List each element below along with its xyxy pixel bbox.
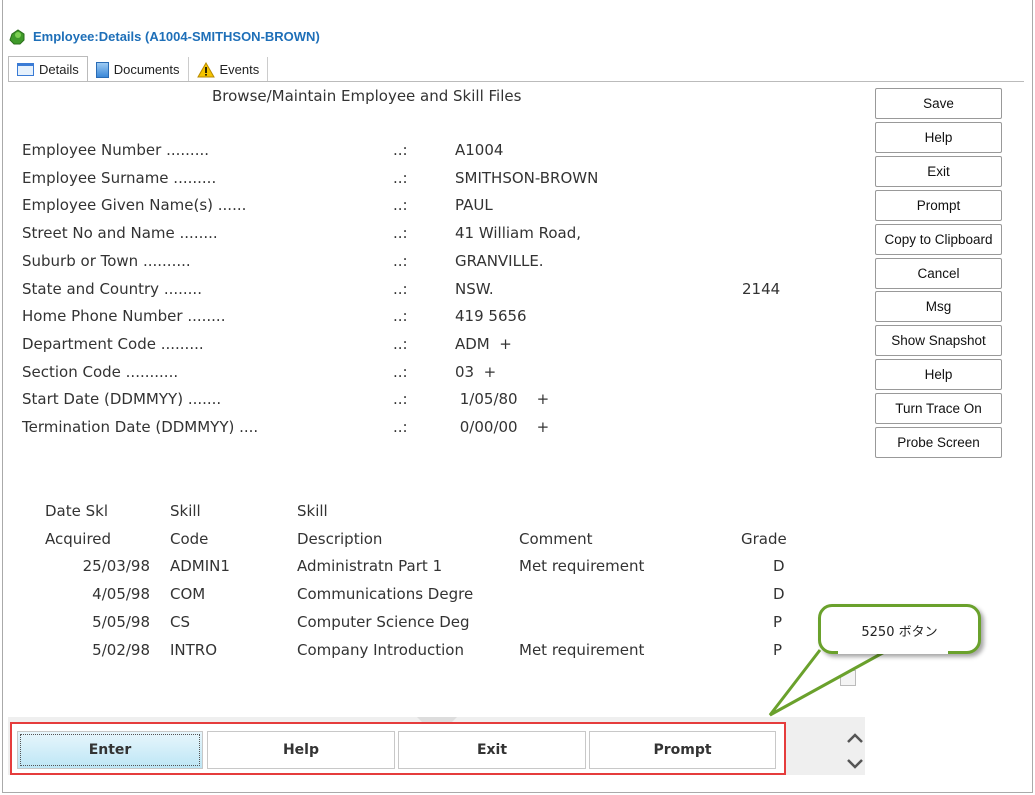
- callout-joint: [838, 649, 948, 654]
- column-header: Acquired: [45, 530, 112, 548]
- scroll-arrows: [847, 733, 863, 769]
- window-icon: [17, 62, 34, 76]
- side-button-cancel[interactable]: Cancel: [875, 257, 1002, 289]
- field-value[interactable]: NSW.: [455, 280, 494, 298]
- skill-cell: Met requirement: [519, 557, 645, 575]
- field-label: Start Date (DDMMYY) .......: [22, 390, 222, 409]
- app-icon: [9, 29, 25, 45]
- skill-cell: CS: [170, 612, 190, 631]
- field-label: Employee Number .........: [22, 141, 209, 159]
- tab-documents[interactable]: Documents: [88, 57, 189, 82]
- callout-text: 5250 ボタン: [861, 625, 938, 640]
- field-label: State and Country ........: [22, 279, 202, 298]
- field-label: Department Code .........: [22, 334, 204, 353]
- field-label: Employee Surname .........: [22, 168, 217, 187]
- skill-cell: Communications Degre: [297, 584, 474, 603]
- skill-cell: Administratn Part 1: [297, 557, 443, 575]
- side-button-save[interactable]: Save: [875, 88, 1002, 119]
- field-separator: ..:: [393, 362, 408, 381]
- skill-cell: D: [773, 584, 785, 603]
- field-separator: ..:: [393, 196, 408, 215]
- column-header: Grade: [741, 530, 787, 548]
- field-value[interactable]: PAUL: [455, 196, 493, 214]
- window-title: Employee:Details (A1004-SMITHSON-BROWN): [33, 29, 320, 44]
- side-button-prompt[interactable]: Prompt: [875, 189, 1002, 221]
- tab-bar: Details Documents Events: [8, 56, 269, 82]
- field-separator: ..:: [393, 334, 408, 353]
- skill-cell: COM: [170, 584, 206, 603]
- field-separator: ..:: [393, 224, 408, 243]
- skill-cell: INTRO: [170, 640, 218, 659]
- field-label: Termination Date (DDMMYY) ....: [22, 418, 259, 436]
- postcode-value[interactable]: 2144: [742, 280, 780, 298]
- scroll-down-icon[interactable]: [847, 759, 863, 769]
- document-icon: [95, 61, 109, 78]
- side-button-msg[interactable]: Msg: [875, 291, 1002, 323]
- field-value[interactable]: ADM +: [455, 335, 512, 353]
- field-value[interactable]: A1004: [455, 141, 503, 159]
- tab-label: Events: [219, 62, 260, 77]
- side-button-turn-trace-on[interactable]: Turn Trace On: [875, 393, 1002, 425]
- skill-cell: 5/05/98: [92, 612, 150, 631]
- field-label: Street No and Name ........: [22, 224, 218, 243]
- skill-cell: Met requirement: [519, 640, 645, 659]
- skill-cell: Computer Science Deg: [297, 612, 470, 631]
- fkey-help-button[interactable]: Help: [207, 731, 395, 769]
- callout-annotation: 5250 ボタン: [818, 604, 981, 654]
- skill-cell: 25/03/98: [82, 557, 150, 575]
- field-value[interactable]: 1/05/80 +: [455, 390, 549, 408]
- form-heading: Browse/Maintain Employee and Skill Files: [212, 87, 522, 105]
- column-header: Comment: [519, 530, 593, 548]
- fkey-prompt-button[interactable]: Prompt: [589, 731, 776, 769]
- field-label: Home Phone Number ........: [22, 307, 226, 326]
- field-separator: ..:: [393, 390, 408, 409]
- tab-details[interactable]: Details: [8, 56, 88, 82]
- skill-cell: 4/05/98: [92, 584, 150, 603]
- fkey-exit-button[interactable]: Exit: [398, 731, 586, 769]
- column-header: Code: [170, 530, 209, 548]
- skill-cell: Company Introduction: [297, 640, 464, 659]
- side-button-exit[interactable]: Exit: [875, 155, 1002, 187]
- skill-cell: 5/02/98: [92, 640, 150, 659]
- field-value[interactable]: GRANVILLE.: [455, 252, 544, 270]
- scroll-up-icon[interactable]: [847, 733, 863, 743]
- field-separator: ..:: [393, 168, 408, 187]
- fkey-enter-button[interactable]: Enter: [17, 731, 203, 769]
- skill-cell: P: [773, 612, 783, 631]
- side-button-help[interactable]: Help: [875, 359, 1002, 391]
- side-button-probe-screen[interactable]: Probe Screen: [875, 427, 1002, 458]
- warning-icon: [196, 61, 215, 77]
- field-value[interactable]: 419 5656: [455, 307, 527, 325]
- skill-cell: ADMIN1: [170, 557, 230, 575]
- field-separator: ..:: [393, 141, 408, 159]
- side-button-copy-to-clipboard[interactable]: Copy to Clipboard: [875, 223, 1002, 255]
- field-value[interactable]: SMITHSON-BROWN: [455, 169, 598, 187]
- field-separator: ..:: [393, 251, 408, 270]
- skill-cell: D: [773, 557, 785, 575]
- tab-label: Documents: [113, 62, 180, 77]
- side-button-help[interactable]: Help: [875, 121, 1002, 153]
- column-header: Description: [297, 530, 383, 548]
- field-separator: ..:: [393, 307, 408, 326]
- divider: [8, 81, 1024, 82]
- field-label: Section Code ...........: [22, 362, 179, 381]
- column-header: Skill: [170, 502, 201, 520]
- field-label: Suburb or Town ..........: [22, 251, 191, 270]
- field-label: Employee Given Name(s) ......: [22, 196, 247, 215]
- field-value[interactable]: 03 +: [455, 363, 496, 381]
- field-separator: ..:: [393, 279, 408, 298]
- field-separator: ..:: [393, 418, 408, 436]
- tab-events[interactable]: Events: [189, 57, 269, 82]
- tab-label: Details: [39, 61, 79, 77]
- column-header: Skill: [297, 502, 328, 520]
- column-header: Date Skl: [45, 502, 108, 520]
- side-button-show-snapshot[interactable]: Show Snapshot: [875, 325, 1002, 357]
- field-value[interactable]: 41 William Road,: [455, 224, 581, 242]
- field-value[interactable]: 0/00/00 +: [455, 418, 549, 436]
